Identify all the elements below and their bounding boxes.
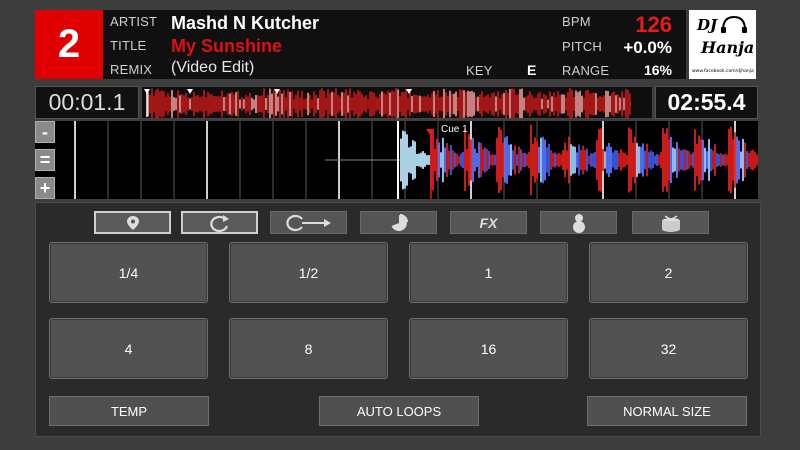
cue-marker-icon <box>406 89 412 94</box>
mode-slicer-button[interactable] <box>360 211 437 234</box>
zoom-out-button[interactable]: - <box>35 121 55 143</box>
mode-loop-roll-button[interactable] <box>270 211 347 234</box>
mode-sampler-button[interactable] <box>540 211 617 234</box>
pitch-label: PITCH <box>562 39 602 54</box>
loop-pad-7[interactable]: 16 <box>409 318 568 379</box>
normal-size-button[interactable]: NORMAL SIZE <box>587 396 747 426</box>
loop-pad-1[interactable]: 1/4 <box>49 242 208 303</box>
zoom-in-button[interactable]: + <box>35 177 55 199</box>
drum-icon <box>661 214 680 232</box>
logo-name-text: Hanja <box>701 38 755 57</box>
loop-pad-3[interactable]: 1 <box>409 242 568 303</box>
deck-screen: 2 ARTIST Mashd N Kutcher TITLE My Sunshi… <box>0 0 800 450</box>
cue-marker-icon <box>144 89 150 94</box>
mode-cue-button[interactable] <box>94 211 171 234</box>
temp-button[interactable]: TEMP <box>49 396 209 426</box>
mode-fx-button[interactable]: FX <box>450 211 527 234</box>
loop-pad-4[interactable]: 2 <box>589 242 748 303</box>
range-label: RANGE <box>562 63 610 78</box>
loop-roll-icon <box>285 214 331 231</box>
slicer-icon <box>391 213 408 231</box>
mode-loop-button[interactable] <box>181 211 258 234</box>
track-info-panel: ARTIST Mashd N Kutcher TITLE My Sunshine… <box>103 10 686 79</box>
artist-name: Mashd N Kutcher <box>171 13 320 33</box>
logo-dj-text: DJ <box>697 16 718 34</box>
zoom-reset-button[interactable]: = <box>35 149 55 171</box>
loop-icon <box>209 214 229 232</box>
track-title: My Sunshine <box>171 36 283 56</box>
cue-marker-icon <box>274 89 280 94</box>
bpm-value: 126 <box>635 12 672 37</box>
key-label: KEY <box>466 63 493 78</box>
bpm-label: BPM <box>562 14 591 29</box>
remix-label: REMIX <box>110 62 153 77</box>
pitch-value: +0.0% <box>623 38 672 57</box>
loop-pad-5[interactable]: 4 <box>49 318 208 379</box>
cue-1-label: Cue 1 <box>441 124 468 135</box>
remaining-time: 02:55.4 <box>655 86 758 119</box>
loop-pad-8[interactable]: 32 <box>589 318 748 379</box>
loop-pad-6[interactable]: 8 <box>229 318 388 379</box>
sampler-icon <box>572 213 585 233</box>
fx-icon: FX <box>479 214 498 231</box>
zoom-controls: - = + <box>35 121 57 199</box>
logo-url-text: www.facebook.com/djhanja <box>692 69 754 74</box>
cue-marker-icon <box>187 89 193 94</box>
scrolling-waveform[interactable]: Cue 1 <box>35 121 758 199</box>
overview-waveform[interactable] <box>142 87 653 119</box>
key-value: E <box>527 62 537 78</box>
elapsed-time: 00:01.1 <box>35 86 139 119</box>
dj-logo: DJ Hanja www.facebook.com/djhanja <box>689 10 756 79</box>
auto-loops-button[interactable]: AUTO LOOPS <box>319 396 479 426</box>
mode-drum-button[interactable] <box>632 211 709 234</box>
title-label: TITLE <box>110 38 147 53</box>
loop-pad-2[interactable]: 1/2 <box>229 242 388 303</box>
waveform-graphic[interactable] <box>35 121 758 199</box>
deck-number: 2 <box>35 10 103 79</box>
track-overview[interactable] <box>141 86 653 119</box>
range-value: 16% <box>643 62 672 78</box>
remix-name: (Video Edit) <box>171 59 255 76</box>
headphones-icon <box>721 15 747 33</box>
artist-label: ARTIST <box>110 14 158 29</box>
cue-marker-icon <box>126 215 139 230</box>
